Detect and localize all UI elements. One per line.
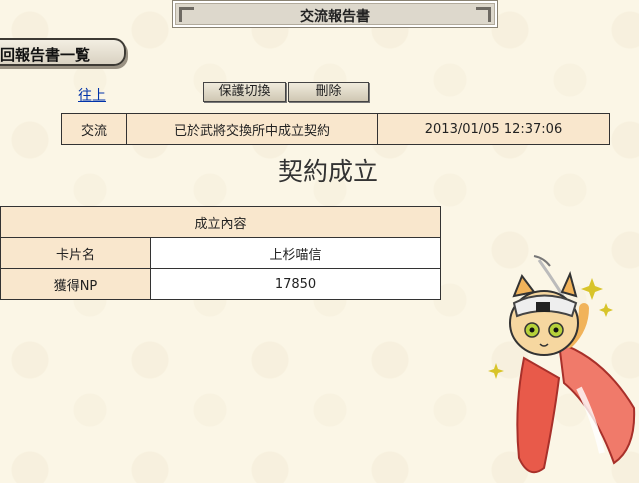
report-timestamp: 2013/01/05 12:37:06 <box>377 113 610 145</box>
back-link[interactable]: 往上 <box>78 85 106 105</box>
table-row: 獲得NP 17850 <box>0 268 441 300</box>
report-info-row: 交流 已於武將交換所中成立契約 2013/01/05 12:37:06 <box>61 113 610 145</box>
row-value: 17850 <box>150 268 441 300</box>
page-title: 交流報告書 <box>300 9 370 25</box>
section-tab-label: 回報告書一覧 <box>0 46 91 64</box>
result-headline: 契約成立 <box>278 157 379 186</box>
row-label: 獲得NP <box>0 268 151 300</box>
title-bar: 交流報告書 <box>172 0 498 28</box>
delete-button[interactable]: 刪除 <box>288 82 369 102</box>
section-tab[interactable]: 回報告書一覧 <box>0 38 126 66</box>
cat-samurai-mascot-icon <box>488 255 636 474</box>
row-value: 上杉喵信 <box>150 237 441 269</box>
report-category: 交流 <box>61 113 127 145</box>
protect-toggle-button[interactable]: 保護切換 <box>203 82 286 102</box>
details-header-row: 成立內容 <box>0 206 441 238</box>
row-label: 卡片名 <box>0 237 151 269</box>
details-table: 成立內容 卡片名 上杉喵信 獲得NP 17850 <box>0 206 441 300</box>
report-message: 已於武將交換所中成立契約 <box>126 113 378 145</box>
report-info-table: 交流 已於武將交換所中成立契約 2013/01/05 12:37:06 <box>61 113 610 145</box>
details-header: 成立內容 <box>0 206 441 238</box>
table-row: 卡片名 上杉喵信 <box>0 237 441 269</box>
